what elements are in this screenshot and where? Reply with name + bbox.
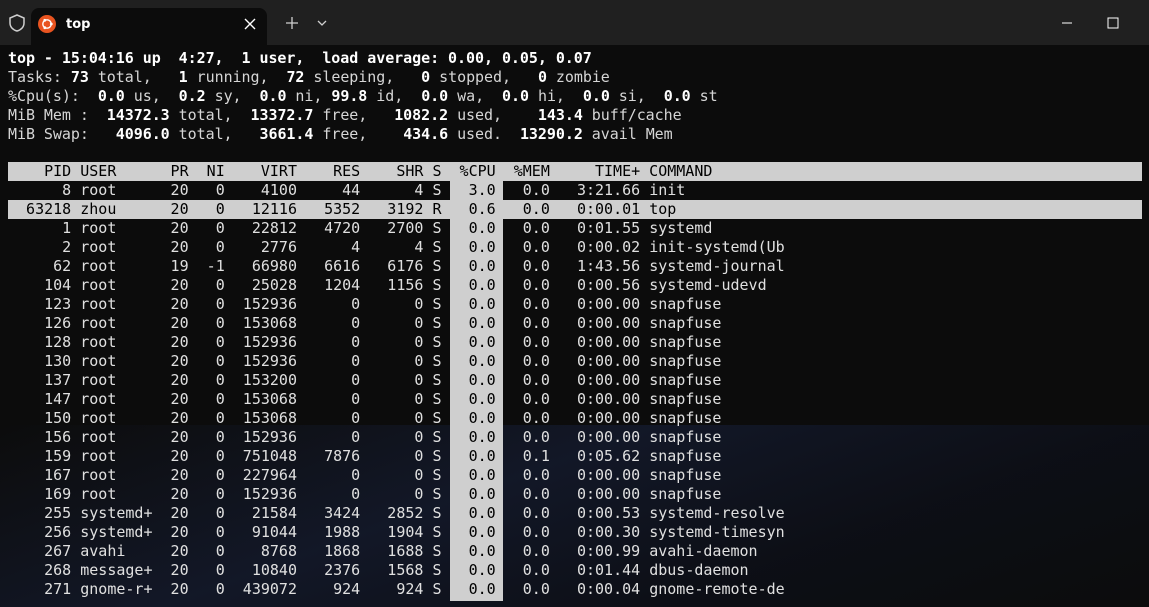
- shield-icon[interactable]: [8, 14, 26, 32]
- cpu-value: 0.0: [450, 276, 496, 294]
- process-row[interactable]: 169 root 20 0 152936 0 0 S 0.0 0.0 0:00.…: [8, 485, 721, 504]
- process-row[interactable]: 167 root 20 0 227964 0 0 S 0.0 0.0 0:00.…: [8, 466, 721, 485]
- process-row[interactable]: 130 root 20 0 152936 0 0 S 0.0 0.0 0:00.…: [8, 352, 721, 371]
- process-row[interactable]: 137 root 20 0 153200 0 0 S 0.0 0.0 0:00.…: [8, 371, 721, 390]
- cpu-value: 0.0: [450, 428, 496, 446]
- mem-line: MiB Mem : 14372.3 total, 13372.7 free, 1…: [8, 106, 682, 124]
- process-row[interactable]: 63218 zhou 20 0 12116 5352 3192 R 0.6 0.…: [8, 200, 676, 219]
- chevron-down-icon[interactable]: [313, 14, 331, 32]
- cpu-value: 0.0: [450, 580, 496, 598]
- tasks-line: Tasks: 73 total, 1 running, 72 sleeping,…: [8, 68, 610, 86]
- ubuntu-icon: [38, 15, 56, 33]
- terminal-area[interactable]: top - 15:04:16 up 4:27, 1 user, load ave…: [0, 45, 1149, 607]
- process-row[interactable]: 156 root 20 0 152936 0 0 S 0.0 0.0 0:00.…: [8, 428, 721, 447]
- maximize-icon[interactable]: [1103, 13, 1123, 33]
- process-row[interactable]: 2 root 20 0 2776 4 4 S 0.0 0.0 0:00.02 i…: [8, 238, 784, 257]
- process-row[interactable]: 255 systemd+ 20 0 21584 3424 2852 S 0.0 …: [8, 504, 785, 523]
- minimize-icon[interactable]: [1057, 13, 1077, 33]
- cpu-value: 0.0: [450, 542, 496, 560]
- tab-top[interactable]: top: [31, 8, 267, 45]
- process-row[interactable]: 128 root 20 0 152936 0 0 S 0.0 0.0 0:00.…: [8, 333, 721, 352]
- process-row[interactable]: 147 root 20 0 153068 0 0 S 0.0 0.0 0:00.…: [8, 390, 721, 409]
- cpu-value: 0.0: [450, 409, 496, 427]
- cpu-value: 0.0: [450, 333, 496, 351]
- cpu-value: 0.0: [450, 485, 496, 503]
- cpu-value: 0.0: [450, 504, 496, 522]
- cpu-value: 0.0: [450, 371, 496, 389]
- close-tab-icon[interactable]: [241, 15, 259, 33]
- title-bar: top: [0, 0, 1149, 45]
- cpu-value: 0.0: [450, 238, 496, 256]
- process-row[interactable]: 8 root 20 0 4100 44 4 S 3.0 0.0 3:21.66 …: [8, 181, 685, 200]
- cpu-value: 0.0: [450, 295, 496, 313]
- tab-title: top: [66, 17, 91, 32]
- cpu-line: %Cpu(s): 0.0 us, 0.2 sy, 0.0 ni, 99.8 id…: [8, 87, 718, 105]
- process-row[interactable]: 126 root 20 0 153068 0 0 S 0.0 0.0 0:00.…: [8, 314, 721, 333]
- process-row[interactable]: 62 root 19 -1 66980 6616 6176 S 0.0 0.0 …: [8, 257, 785, 276]
- process-row[interactable]: 1 root 20 0 22812 4720 2700 S 0.0 0.0 0:…: [8, 219, 712, 238]
- cpu-value: 0.0: [450, 314, 496, 332]
- uptime-line: top - 15:04:16 up 4:27, 1 user, load ave…: [8, 49, 592, 67]
- cpu-value: 0.0: [450, 219, 496, 237]
- process-row[interactable]: 271 gnome-r+ 20 0 439072 924 924 S 0.0 0…: [8, 580, 785, 599]
- process-row[interactable]: 159 root 20 0 751048 7876 0 S 0.0 0.1 0:…: [8, 447, 721, 466]
- cpu-value: 0.0: [450, 447, 496, 465]
- process-row[interactable]: 268 message+ 20 0 10840 2376 1568 S 0.0 …: [8, 561, 748, 580]
- process-row[interactable]: 123 root 20 0 152936 0 0 S 0.0 0.0 0:00.…: [8, 295, 721, 314]
- column-header: PID USER PR NI VIRT RES SHR S %CPU %MEM …: [8, 162, 713, 180]
- cpu-value: 0.6: [450, 200, 496, 218]
- process-row[interactable]: 104 root 20 0 25028 1204 1156 S 0.0 0.0 …: [8, 276, 767, 295]
- cpu-value: 0.0: [450, 352, 496, 370]
- process-row[interactable]: 256 systemd+ 20 0 91044 1988 1904 S 0.0 …: [8, 523, 785, 542]
- cpu-value: 0.0: [450, 257, 496, 275]
- cpu-value: 0.0: [450, 523, 496, 541]
- process-row[interactable]: 267 avahi 20 0 8768 1868 1688 S 0.0 0.0 …: [8, 542, 757, 561]
- cpu-value: 3.0: [450, 181, 496, 199]
- cpu-value: 0.0: [450, 390, 496, 408]
- swap-line: MiB Swap: 4096.0 total, 3661.4 free, 434…: [8, 125, 673, 143]
- process-row[interactable]: 150 root 20 0 153068 0 0 S 0.0 0.0 0:00.…: [8, 409, 721, 428]
- cpu-value: 0.0: [450, 466, 496, 484]
- new-tab-icon[interactable]: [283, 14, 301, 32]
- cpu-value: 0.0: [450, 561, 496, 579]
